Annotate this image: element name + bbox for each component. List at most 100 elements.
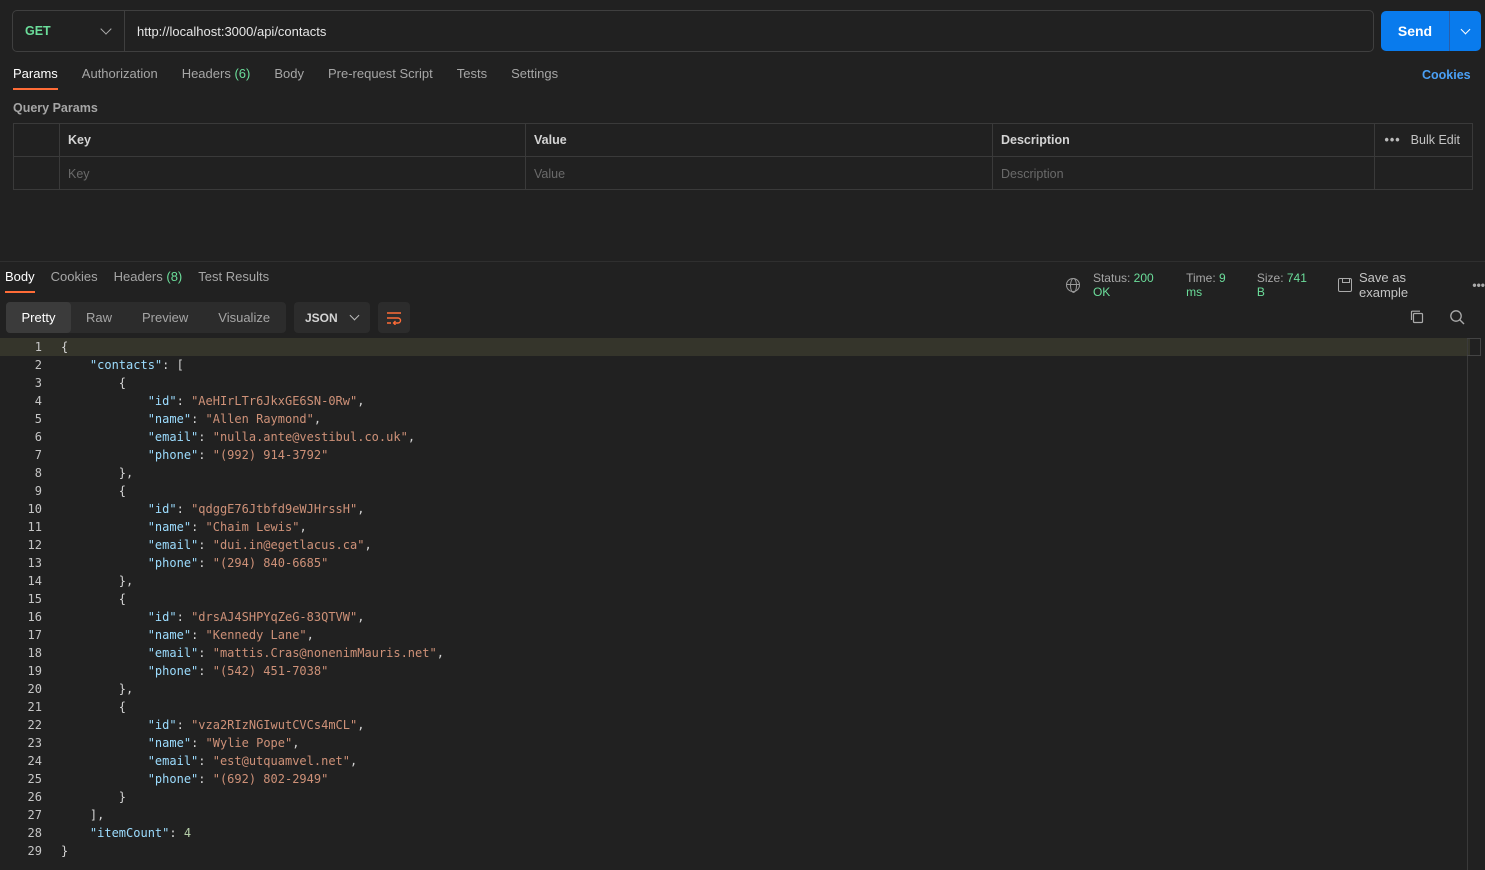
save-as-example-button[interactable]: Save as example [1338, 270, 1458, 300]
tab-label: Settings [511, 66, 559, 81]
cookies-link[interactable]: Cookies [1422, 68, 1471, 82]
code-text: "name": "Chaim Lewis", [42, 518, 307, 536]
column-header-value: Value [526, 124, 993, 156]
code-line: 8 }, [0, 464, 1470, 482]
code-text: "id": "AeHIrLTr6JkxGE6SN-0Rw", [42, 392, 365, 410]
send-button[interactable]: Send [1381, 11, 1481, 51]
code-line: 17 "name": "Kennedy Lane", [0, 626, 1470, 644]
copy-icon[interactable] [1409, 309, 1425, 325]
line-number: 11 [27, 520, 42, 534]
description-input[interactable]: Description [993, 157, 1375, 190]
line-number: 13 [27, 556, 42, 570]
tab-response-headers[interactable]: Headers (8) [114, 265, 183, 293]
code-token: "nulla.ante@vestibul.co.uk" [212, 430, 408, 444]
url-input[interactable]: http://localhost:3000/api/contacts [125, 24, 326, 39]
code-text: "email": "est@utquamvel.net", [42, 752, 358, 770]
format-select[interactable]: JSON [294, 302, 370, 333]
code-token: "id" [147, 718, 177, 732]
tab-tests[interactable]: Tests [457, 62, 487, 90]
code-token: "Wylie Pope" [205, 736, 293, 750]
code-text: } [42, 842, 68, 860]
code-token: "(992) 914-3792" [212, 448, 329, 462]
tab-pre-request-script[interactable]: Pre-request Script [328, 62, 433, 90]
code-token: }, [61, 682, 134, 696]
status-info: Status: 200 OK [1093, 271, 1174, 299]
code-line: 29} [0, 842, 1470, 860]
wrap-icon [387, 311, 402, 325]
code-line: 20 }, [0, 680, 1470, 698]
code-token: "email" [147, 538, 199, 552]
view-preview-button[interactable]: Preview [127, 302, 203, 333]
code-line: 13 "phone": "(294) 840-6685" [0, 554, 1470, 572]
view-pretty-button[interactable]: Pretty [6, 302, 71, 333]
tab-headers[interactable]: Headers (6) [182, 62, 251, 90]
view-raw-button[interactable]: Raw [71, 302, 127, 333]
pane-divider[interactable] [0, 261, 1485, 262]
time-info: Time: 9 ms [1186, 271, 1245, 299]
code-token: "email" [147, 754, 199, 768]
tab-body[interactable]: Body [274, 62, 304, 90]
method-select[interactable]: GET [13, 11, 125, 51]
code-text: "id": "drsAJ4SHPYqZeG-83QTVW", [42, 608, 365, 626]
tab-params[interactable]: Params [13, 62, 58, 90]
tab-settings[interactable]: Settings [511, 62, 558, 90]
tab-label: Pre-request Script [327, 66, 433, 81]
code-token: "drsAJ4SHPYqZeG-83QTVW" [191, 610, 358, 624]
more-icon[interactable]: ••• [1385, 133, 1401, 147]
scrollbar[interactable] [1467, 338, 1468, 870]
tab-response-body[interactable]: Body [5, 265, 35, 293]
code-text: }, [42, 680, 133, 698]
code-token: : [198, 754, 213, 768]
code-token: "(692) 802-2949" [212, 772, 329, 786]
send-label: Send [1397, 23, 1433, 39]
globe-icon[interactable] [1066, 278, 1080, 293]
line-number: 1 [34, 340, 42, 354]
time-label: Time: [1186, 271, 1216, 285]
code-token: , [357, 394, 365, 408]
code-text: ], [42, 806, 104, 824]
row-checkbox [14, 157, 60, 190]
send-options-button[interactable] [1449, 11, 1481, 51]
line-number: 16 [27, 610, 42, 624]
tab-response-cookies[interactable]: Cookies [51, 265, 98, 293]
code-token: : [176, 502, 192, 516]
more-options-icon[interactable]: ••• [1472, 278, 1485, 292]
code-line: 2 "contacts": [ [0, 356, 1470, 374]
code-token: "email" [147, 646, 199, 660]
key-input[interactable]: Key [60, 157, 526, 190]
code-token: "qdggE76Jtbfd9eWJHrssH" [191, 502, 358, 516]
tab-authorization[interactable]: Authorization [82, 62, 158, 90]
code-token: "name" [147, 628, 192, 642]
minimap-highlight [1467, 338, 1481, 356]
tab-test-results[interactable]: Test Results [198, 265, 269, 293]
code-token: "contacts" [89, 358, 163, 372]
bulk-edit-button[interactable]: ••• Bulk Edit [1385, 133, 1460, 147]
response-body-code[interactable]: 1{2 "contacts": [3 {4 "id": "AeHIrLTr6Jk… [0, 338, 1470, 860]
checkbox-column [14, 124, 60, 156]
size-info: Size: 741 B [1257, 271, 1318, 299]
table-actions: ••• Bulk Edit [1375, 124, 1472, 156]
search-icon[interactable] [1449, 309, 1465, 325]
code-text: "id": "qdggE76Jtbfd9eWJHrssH", [42, 500, 365, 518]
code-text: }, [42, 572, 133, 590]
code-token: { [61, 484, 127, 498]
view-visualize-button[interactable]: Visualize [203, 302, 285, 333]
code-token: { [61, 700, 127, 714]
line-number: 23 [27, 736, 42, 750]
code-text: "phone": "(692) 802-2949" [42, 770, 329, 788]
code-token: ], [61, 808, 105, 822]
line-number: 5 [34, 412, 42, 426]
value-input[interactable]: Value [526, 157, 993, 190]
line-number: 7 [34, 448, 42, 462]
response-status-bar: Status: 200 OK Time: 9 ms Size: 741 B Sa… [1066, 270, 1485, 300]
wrap-lines-button[interactable] [378, 302, 410, 333]
code-line: 21 { [0, 698, 1470, 716]
code-token: "phone" [147, 664, 199, 678]
code-token: : [198, 448, 213, 462]
